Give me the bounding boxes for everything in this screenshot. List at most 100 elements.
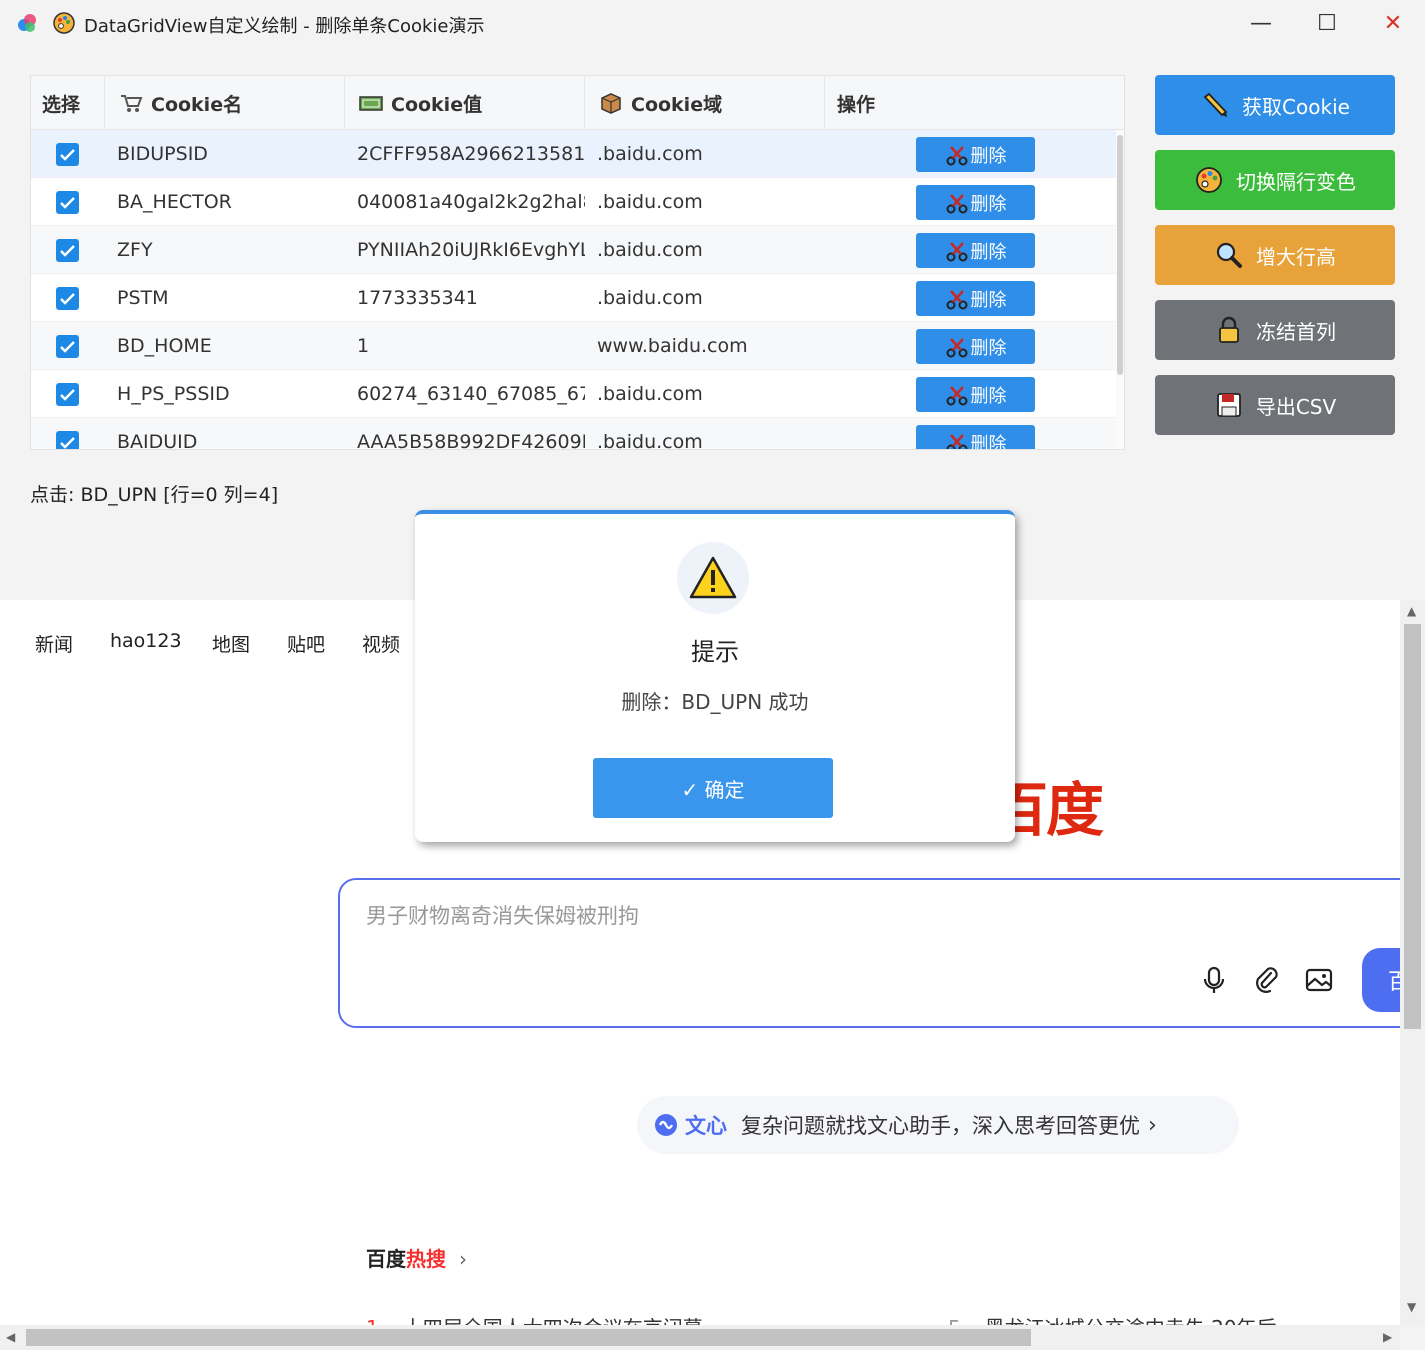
wenxin-logo-text: 文心 [685,1114,727,1138]
cookie-domain-cell[interactable]: .baidu.com [597,226,825,274]
table-row[interactable]: PSTM 1773335341 .baidu.com 删除 [31,274,1116,322]
cookie-name-cell[interactable]: BA_HECTOR [117,178,347,226]
hot-search-item[interactable]: 5黑龙江冰城公交途中走失 20年后 [948,1312,1277,1325]
grid-vertical-scrollbar[interactable] [1116,130,1124,449]
microphone-icon[interactable] [1198,964,1230,996]
table-row[interactable]: H_PS_PSSID 60274_63140_67085_674 .baidu.… [31,370,1116,418]
cookie-name-cell[interactable]: BIDUPSID [117,130,347,178]
cookie-domain-cell[interactable]: .baidu.com [597,370,825,418]
cookie-name-cell[interactable]: ZFY [117,226,347,274]
row-checkbox[interactable] [56,191,79,214]
browser-horizontal-scrollbar[interactable]: ◀ ▶ [0,1325,1400,1350]
row-checkbox[interactable] [56,431,79,449]
toggle-stripe-button[interactable]: 切换隔行变色 [1155,150,1395,210]
image-search-icon[interactable] [1303,964,1335,996]
scrollbar-thumb[interactable] [26,1329,1031,1346]
scroll-right-arrow-icon[interactable]: ▶ [1383,1330,1392,1344]
close-button[interactable]: ✕ [1360,0,1425,46]
table-row[interactable]: BD_HOME 1 www.baidu.com 删除 [31,322,1116,370]
freeze-column-button[interactable]: 冻结首列 [1155,300,1395,360]
ok-button[interactable]: ✓ 确定 [593,758,833,818]
column-header-value[interactable]: Cookie值 [345,76,585,130]
cookie-value-cell[interactable]: 1 [357,322,585,370]
column-header-label: Cookie域 [631,93,723,116]
nav-link-news[interactable]: 新闻 [35,630,73,657]
cookie-value-cell[interactable]: 040081a40gal2k2g2hal8l [357,178,585,226]
row-checkbox[interactable] [56,383,79,406]
scroll-left-arrow-icon[interactable]: ◀ [6,1330,15,1344]
column-header-action[interactable]: 操作 [825,76,1124,130]
delete-button[interactable]: 删除 [916,425,1035,449]
search-button[interactable]: 百 [1362,948,1400,1012]
export-csv-label: 导出CSV [1255,394,1337,419]
cookie-domain-cell[interactable]: .baidu.com [597,418,825,449]
status-label: 点击: BD_UPN [行=0 列=4] [30,484,279,506]
scrollbar-thumb[interactable] [1117,135,1123,375]
table-row[interactable]: BAIDUID AAA5B58B992DF42609B .baidu.com 删… [31,418,1116,449]
row-checkbox[interactable] [56,287,79,310]
cookie-value-cell[interactable]: 2CFFF958A2966213581C [357,130,585,178]
pencil-icon [1203,92,1228,117]
cookie-domain-cell[interactable]: www.baidu.com [597,322,825,370]
app-window: DataGridView自定义绘制 - 删除单条Cookie演示 — ☐ ✕ 选… [0,0,1425,1350]
scroll-up-arrow-icon[interactable]: ▲ [1407,604,1416,618]
delete-button[interactable]: 删除 [916,233,1035,268]
wenxin-promo[interactable]: 文心 复杂问题就找文心助手，深入思考回答更优 › [637,1096,1239,1154]
cookie-domain-cell[interactable]: .baidu.com [597,130,825,178]
cookie-value-cell[interactable]: 1773335341 [357,274,585,322]
column-header-name[interactable]: Cookie名 [105,76,345,130]
delete-button-label: 删除 [970,337,1007,359]
cookie-name-cell[interactable]: PSTM [117,274,347,322]
box-icon [601,93,621,114]
check-icon [60,341,75,353]
scrollbar-thumb[interactable] [1404,624,1421,1029]
nav-link-tieba[interactable]: 贴吧 [287,630,325,657]
hot-search-suffix: 热搜 [406,1247,446,1271]
baidu-hot-search-title[interactable]: 百度热搜 › [366,1243,467,1272]
attachment-icon[interactable] [1250,964,1282,996]
maximize-button[interactable]: ☐ [1294,0,1360,46]
search-input[interactable]: 男子财物离奇消失保姆被刑拘 [366,900,639,930]
grid-header: 选择 Cookie名 Cookie值 Cookie域 操作 [31,76,1124,130]
column-header-domain[interactable]: Cookie域 [585,76,825,130]
row-checkbox[interactable] [56,335,79,358]
table-row[interactable]: BA_HECTOR 040081a40gal2k2g2hal8l .baidu.… [31,178,1116,226]
cookie-name-cell[interactable]: BAIDUID [117,418,347,449]
cookie-value-cell[interactable]: PYNIIAh20iUJRkI6EvghYL [357,226,585,274]
delete-button[interactable]: 删除 [916,137,1035,172]
export-csv-button[interactable]: 导出CSV [1155,375,1395,435]
cookie-value-cell[interactable]: AAA5B58B992DF42609B [357,418,585,449]
cookie-name-cell[interactable]: BD_HOME [117,322,347,370]
delete-button[interactable]: 删除 [916,377,1035,412]
browser-vertical-scrollbar[interactable]: ▲ ▼ [1400,600,1425,1325]
get-cookie-button[interactable]: 获取Cookie [1155,75,1395,135]
scissors-icon [946,289,967,309]
message-dialog: 提示 删除：BD_UPN 成功 ✓ 确定 [415,510,1015,842]
check-icon [60,197,75,209]
row-checkbox[interactable] [56,143,79,166]
cookie-name-cell[interactable]: H_PS_PSSID [117,370,347,418]
scroll-down-arrow-icon[interactable]: ▼ [1407,1300,1416,1314]
minimize-button[interactable]: — [1228,0,1294,46]
table-row[interactable]: BIDUPSID 2CFFF958A2966213581C .baidu.com… [31,130,1116,178]
delete-button-label: 删除 [970,289,1007,311]
nav-link-map[interactable]: 地图 [212,630,250,657]
cookie-value-cell[interactable]: 60274_63140_67085_674 [357,370,585,418]
hot-search-item[interactable]: 1十四届全国人大四次会议在京闭幕 [366,1312,703,1325]
scissors-icon [946,433,967,449]
row-height-button[interactable]: 增大行高 [1155,225,1395,285]
cookie-domain-cell[interactable]: .baidu.com [597,274,825,322]
delete-button[interactable]: 删除 [916,185,1035,220]
delete-button[interactable]: 删除 [916,281,1035,316]
check-icon [60,149,75,161]
cookie-domain-cell[interactable]: .baidu.com [597,178,825,226]
table-row[interactable]: ZFY PYNIIAh20iUJRkI6EvghYL .baidu.com 删除 [31,226,1116,274]
delete-button[interactable]: 删除 [916,329,1035,364]
nav-link-hao123[interactable]: hao123 [110,630,182,652]
delete-button-label: 删除 [970,241,1007,263]
search-box[interactable]: 男子财物离奇消失保姆被刑拘 百 [338,878,1400,1028]
nav-link-video[interactable]: 视频 [362,630,400,657]
row-checkbox[interactable] [56,239,79,262]
column-header-select[interactable]: 选择 [31,76,105,130]
column-header-label: 选择 [42,93,81,116]
